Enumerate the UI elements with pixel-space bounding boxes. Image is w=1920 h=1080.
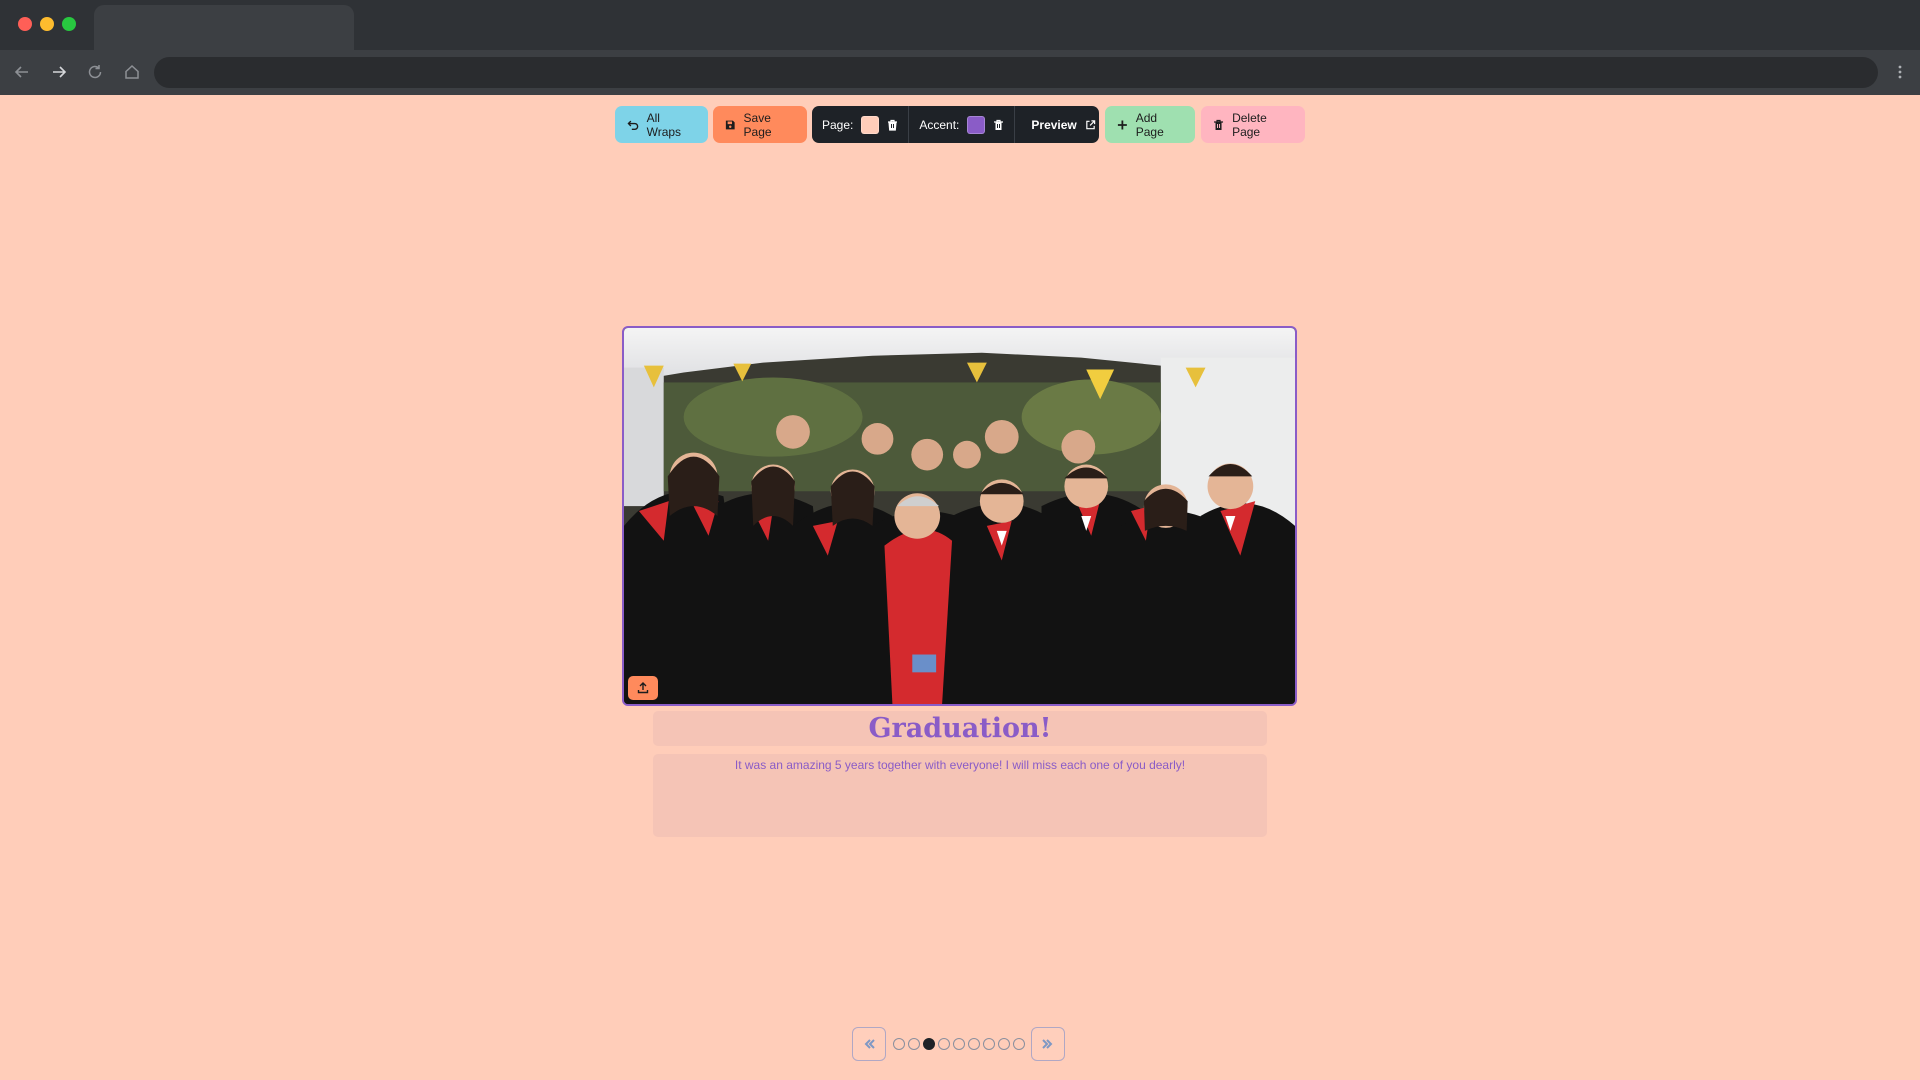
delete-page-button[interactable]: Delete Page (1201, 106, 1305, 143)
page-description: It was an amazing 5 years together with … (734, 758, 1186, 772)
preview-button[interactable]: Preview (1014, 106, 1111, 143)
next-page-button[interactable] (1031, 1027, 1065, 1061)
save-page-label: Save Page (743, 110, 772, 139)
minimize-window-button[interactable] (40, 17, 54, 31)
external-link-icon (1086, 119, 1095, 129)
page-dot-4[interactable] (938, 1038, 950, 1050)
page-dot-1[interactable] (893, 1038, 905, 1050)
close-window-button[interactable] (18, 17, 32, 31)
reload-icon (88, 65, 102, 79)
home-icon (125, 64, 139, 79)
page-dot-9[interactable] (1013, 1038, 1025, 1050)
page-title: Graduation! (868, 713, 1052, 744)
browser-titlebar (0, 0, 1920, 50)
page-dot-6[interactable] (968, 1038, 980, 1050)
color-settings-group: Page: Accent: Preview (812, 106, 1099, 143)
accent-color-swatch[interactable] (967, 115, 986, 134)
save-page-button[interactable]: Save Page (713, 106, 807, 143)
previous-page-button[interactable] (852, 1027, 886, 1061)
floppy-disk-icon (725, 120, 735, 129)
back-button[interactable] (8, 58, 36, 86)
browser-menu-button[interactable] (1890, 58, 1910, 86)
double-chevron-right-icon (1042, 1039, 1053, 1049)
page-color-label: Page: (822, 117, 854, 132)
arrow-left-icon (14, 66, 28, 78)
forward-button[interactable] (45, 58, 73, 86)
page-title-field[interactable]: Graduation! (653, 711, 1267, 746)
trash-icon[interactable] (993, 119, 1004, 131)
page-color-swatch[interactable] (861, 115, 880, 134)
page-photo[interactable] (622, 326, 1297, 706)
page-description-field[interactable]: It was an amazing 5 years together with … (653, 754, 1267, 837)
delete-page-label: Delete Page (1232, 110, 1267, 139)
undo-arrow-icon (627, 120, 639, 130)
preview-label: Preview (1031, 117, 1077, 132)
all-wraps-label: All Wraps (646, 110, 682, 139)
page-pager (852, 1025, 1065, 1063)
home-button[interactable] (118, 58, 146, 86)
accent-color-control: Accent: (908, 106, 1014, 143)
browser-tab[interactable] (94, 5, 354, 50)
page-dot-8[interactable] (998, 1038, 1010, 1050)
double-chevron-left-icon (864, 1039, 875, 1049)
add-page-button[interactable]: Add Page (1105, 106, 1195, 143)
trash-icon[interactable] (887, 119, 898, 131)
trash-icon (1214, 119, 1224, 130)
editor-toolbar: All Wraps Save Page Page: Accent: Previe… (0, 106, 1920, 144)
add-page-label: Add Page (1135, 110, 1164, 139)
accent-color-label: Accent: (919, 117, 960, 132)
address-bar[interactable] (154, 57, 1878, 88)
page-dot-2[interactable] (908, 1038, 920, 1050)
page-dot-7[interactable] (983, 1038, 995, 1050)
plus-icon (1117, 120, 1127, 129)
page-dot-5[interactable] (953, 1038, 965, 1050)
upload-icon (637, 682, 649, 694)
maximize-window-button[interactable] (62, 17, 76, 31)
page-indicator-dots (893, 1038, 1025, 1050)
upload-photo-button[interactable] (628, 676, 658, 700)
arrow-right-icon (53, 66, 67, 78)
page-color-control: Page: (812, 106, 908, 143)
more-vertical-icon (1898, 65, 1902, 79)
all-wraps-button[interactable]: All Wraps (615, 106, 708, 143)
browser-navbar (0, 50, 1920, 95)
page-dot-3[interactable] (923, 1038, 935, 1050)
group-photo-image (624, 328, 1295, 704)
reload-button[interactable] (81, 58, 109, 86)
